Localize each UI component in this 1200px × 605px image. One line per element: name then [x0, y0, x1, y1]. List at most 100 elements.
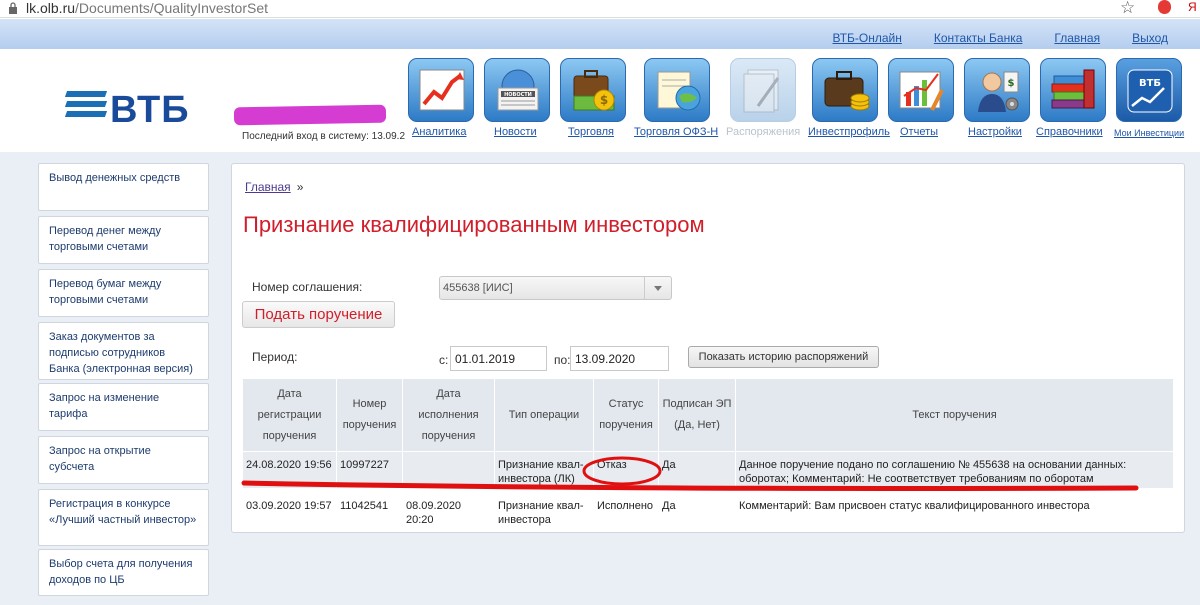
page-title: Признание квалифицированным инвестором	[243, 212, 705, 237]
link-contacts[interactable]: Контакты Банка	[934, 31, 1023, 45]
toolbar-analytics-label[interactable]: Аналитика	[412, 126, 466, 138]
toolbar-investprofile-label[interactable]: Инвестпрофиль	[808, 126, 890, 138]
link-logout[interactable]: Выход	[1132, 31, 1168, 45]
show-history-button[interactable]: Показать историю распоряжений	[688, 346, 879, 368]
cell-status: Исполнено	[593, 488, 659, 530]
sidebar-item-document-order[interactable]: Заказ документов за подписью сотрудников…	[38, 322, 209, 380]
sidebar-item-securities-transfer[interactable]: Перевод бумаг между торговыми счетами	[38, 269, 209, 317]
col-order-text: Текст поручения	[735, 378, 1174, 452]
cell-registration-date: 24.08.2020 19:56	[242, 451, 337, 489]
cell-order-number: 11042541	[336, 488, 403, 530]
url-path: /Documents/QualityInvestorSet	[75, 0, 269, 16]
lock-icon	[9, 2, 17, 14]
toolbar-my-investments-label[interactable]: Мои Инвестиции	[1114, 128, 1184, 138]
svg-text:$: $	[600, 93, 608, 107]
toolbar-analytics[interactable]	[408, 58, 474, 122]
url-host: lk.olb.ru	[26, 0, 76, 16]
toolbar-ofz-trading-label[interactable]: Торговля ОФЗ-Н	[634, 126, 718, 138]
cell-signed: Да	[658, 488, 736, 530]
bonds-globe-icon	[657, 71, 701, 111]
toolbar-reports-label[interactable]: Отчеты	[900, 126, 938, 138]
toolbar-settings-label[interactable]: Настройки	[968, 126, 1022, 138]
cell-registration-date: 03.09.2020 19:57	[242, 488, 337, 530]
last-login-text: Последний вход в систему: 13.09.2	[242, 131, 406, 142]
table-header-row: Дата регистрации поручения Номер поручен…	[242, 378, 1174, 452]
sidebar-item-money-transfer[interactable]: Перевод денег между торговыми счетами	[38, 216, 209, 264]
breadcrumb-home[interactable]: Главная	[245, 180, 291, 194]
news-icon-text: НОВОСТИ	[504, 92, 532, 98]
to-label: по:	[554, 353, 571, 367]
toolbar-news-label[interactable]: Новости	[494, 126, 537, 138]
col-signed: Подписан ЭП (Да, Нет)	[658, 378, 736, 452]
toolbar-references[interactable]	[1040, 58, 1106, 122]
col-execution-date: Дата исполнения поручения	[402, 378, 495, 452]
breadcrumb: Главная »	[245, 180, 303, 194]
sidebar-item-withdraw[interactable]: Вывод денежных средств	[38, 163, 209, 211]
sidebar-item-income-account[interactable]: Выбор счета для получения доходов по ЦБ	[38, 549, 209, 596]
agreement-select[interactable]: 455638 [ИИС]	[439, 276, 672, 300]
documents-pen-icon	[743, 69, 780, 113]
cell-execution-date	[402, 451, 495, 489]
books-icon	[1051, 69, 1095, 109]
cell-signed: Да	[658, 451, 736, 489]
toolbar-reports[interactable]	[888, 58, 954, 122]
table-row[interactable]: 03.09.2020 19:57 11042541 08.09.2020 20:…	[242, 488, 1174, 530]
col-order-number: Номер поручения	[336, 378, 403, 452]
period-label: Период:	[252, 350, 298, 364]
link-vtb-online[interactable]: ВТБ-Онлайн	[833, 31, 902, 45]
address-url[interactable]: lk.olb.ru/Documents/QualityInvestorSet	[26, 0, 268, 16]
toolbar-investprofile[interactable]	[812, 58, 878, 122]
sidebar-item-contest[interactable]: Регистрация в конкурсе «Лучший частный и…	[38, 489, 209, 546]
toolbar-trading-label[interactable]: Торговля	[568, 126, 614, 138]
user-settings-icon: $	[978, 71, 1019, 112]
vtb-logo[interactable]: ВТБ	[64, 89, 196, 135]
orders-table: Дата регистрации поручения Номер поручен…	[242, 378, 1174, 530]
cell-operation-type: Признание квал-инвестора (ЛК)	[494, 451, 594, 489]
col-status: Статус поручения	[593, 378, 659, 452]
cell-status: Отказ	[593, 451, 659, 489]
table-row[interactable]: 24.08.2020 19:56 10997227 Признание квал…	[242, 451, 1174, 489]
svg-text:$: $	[1008, 78, 1015, 89]
col-registration-date: Дата регистрации поручения	[242, 378, 337, 452]
vtb-chart-icon: ВТБ	[1127, 69, 1173, 113]
cell-operation-type: Признание квал-инвестора	[494, 488, 594, 530]
date-from-input[interactable]: 01.01.2019	[450, 346, 547, 371]
cell-order-text: Данное поручение подано по соглашению № …	[735, 451, 1174, 489]
from-label: с:	[439, 353, 449, 367]
agreement-select-value: 455638 [ИИС]	[443, 282, 513, 294]
submit-order-button[interactable]: Подать поручение	[242, 301, 395, 328]
breadcrumb-separator: »	[296, 180, 304, 194]
briefcase-money-icon: $	[573, 70, 615, 111]
extension-icon[interactable]	[1158, 0, 1171, 14]
agreement-label: Номер соглашения:	[252, 280, 363, 294]
cell-execution-date: 08.09.2020 20:20	[402, 488, 495, 530]
newspaper-icon: НОВОСТИ	[497, 69, 539, 111]
vtb-icon-text: ВТБ	[1139, 78, 1161, 89]
bookmark-star-icon[interactable]: ☆	[1120, 0, 1135, 18]
toolbar-orders[interactable]	[730, 58, 796, 122]
logo-stripes	[64, 91, 108, 121]
browser-address-bar: lk.olb.ru/Documents/QualityInvestorSet ☆…	[0, 0, 1200, 18]
toolbar-ofz-trading[interactable]	[644, 58, 710, 122]
redacted-username	[233, 104, 387, 126]
toolbar-references-label[interactable]: Справочники	[1036, 126, 1103, 138]
extension-icon-2[interactable]: Я	[1188, 0, 1197, 14]
toolbar-orders-label[interactable]: Распоряжения	[726, 126, 800, 138]
cell-order-text: Комментарий: Вам присвоен статус квалифи…	[735, 488, 1174, 530]
portfolio-icon	[824, 71, 870, 111]
sidebar-item-subaccount[interactable]: Запрос на открытие субсчета	[38, 436, 209, 484]
toolbar-settings[interactable]: $	[964, 58, 1030, 122]
toolbar-my-investments[interactable]: ВТБ	[1116, 58, 1182, 122]
main-panel: Главная » Признание квалифицированным инв…	[231, 163, 1185, 533]
sidebar-item-tariff-change[interactable]: Запрос на изменение тарифа	[38, 383, 209, 431]
date-to-input[interactable]: 13.09.2020	[570, 346, 669, 371]
chart-up-icon	[419, 69, 465, 111]
logo-text: ВТБ	[110, 89, 190, 131]
toolbar-news[interactable]: НОВОСТИ	[484, 58, 550, 122]
link-home[interactable]: Главная	[1054, 31, 1100, 45]
col-operation-type: Тип операции	[494, 378, 594, 452]
toolbar-trading[interactable]: $	[560, 58, 626, 122]
cell-order-number: 10997227	[336, 451, 403, 489]
abacus-chart-icon	[899, 71, 944, 111]
chevron-down-icon[interactable]	[644, 277, 671, 299]
